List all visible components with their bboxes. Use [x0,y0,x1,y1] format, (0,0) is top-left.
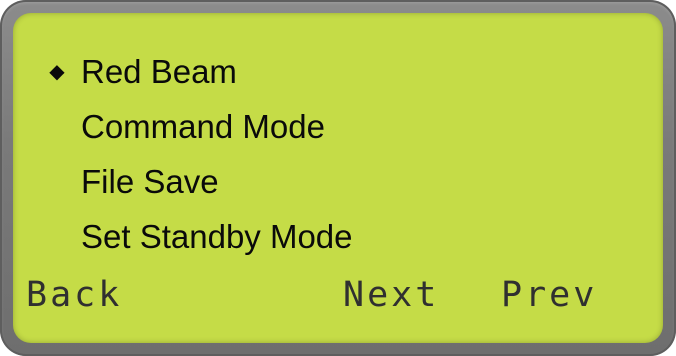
prev-softkey[interactable]: Prev [501,271,597,319]
softkey-bar: Back Next Prev [13,271,663,319]
menu-item-command-mode[interactable]: Command Mode [81,105,325,149]
menu-item-file-save[interactable]: File Save [81,160,219,204]
diamond-bullet-icon: ◆ [49,59,65,83]
next-softkey[interactable]: Next [343,271,439,319]
back-softkey[interactable]: Back [26,271,122,319]
lcd-screen: ◆ Red Beam Command Mode File Save Set St… [13,13,663,343]
lcd-bezel: ◆ Red Beam Command Mode File Save Set St… [0,0,676,356]
menu-item-set-standby-mode[interactable]: Set Standby Mode [81,215,353,259]
menu-item-red-beam[interactable]: Red Beam [81,50,237,94]
